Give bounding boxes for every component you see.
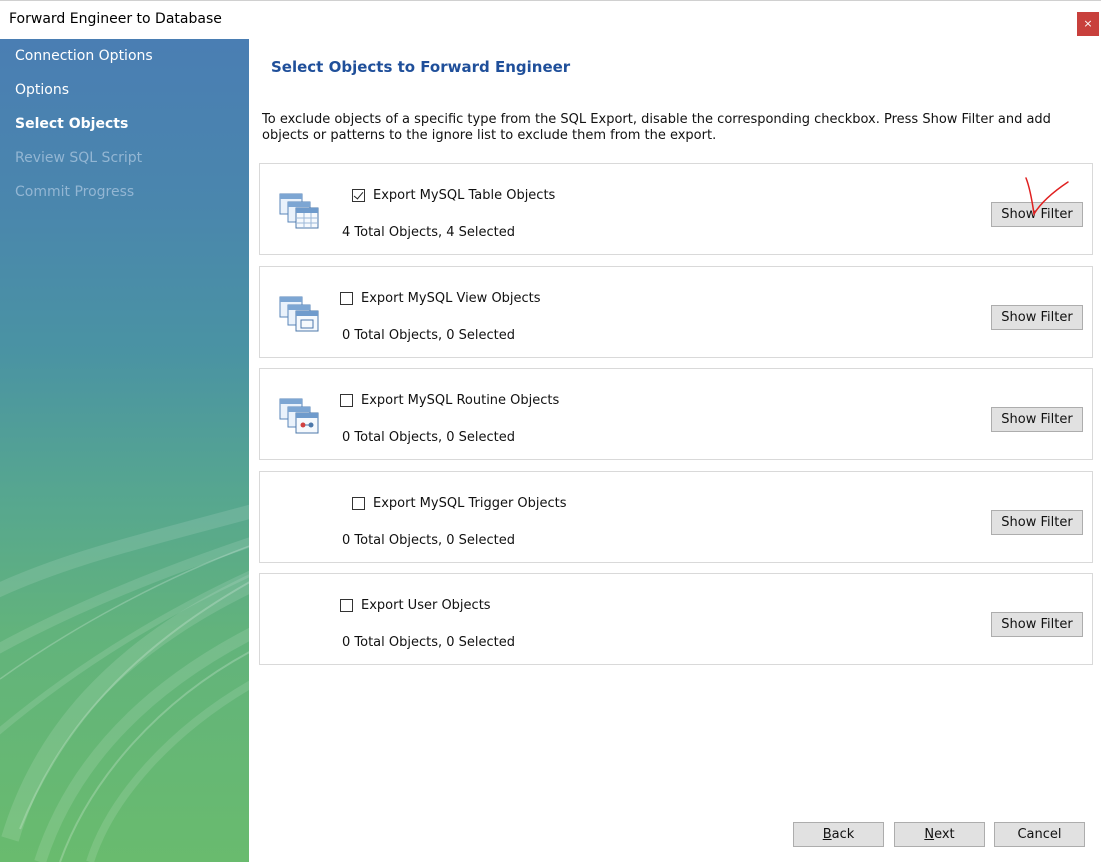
routine-objects-icon	[279, 398, 319, 434]
title-bar: Forward Engineer to Database ×	[0, 0, 1101, 39]
export-tables-checkbox-row[interactable]: Export MySQL Table Objects	[352, 188, 555, 203]
export-views-checkbox-row[interactable]: Export MySQL View Objects	[340, 291, 541, 306]
trigger-objects-count: 0 Total Objects, 0 Selected	[342, 533, 516, 548]
table-objects-icon	[279, 193, 319, 229]
show-filter-routines-button[interactable]: Show Filter	[991, 407, 1083, 432]
trigger-objects-panel: Export MySQL Trigger Objects 0 Total Obj…	[259, 471, 1093, 563]
table-objects-panel: Export MySQL Table Objects 4 Total Objec…	[259, 163, 1093, 255]
export-triggers-label: Export MySQL Trigger Objects	[373, 496, 567, 511]
show-filter-triggers-button[interactable]: Show Filter	[991, 510, 1083, 535]
view-objects-count: 0 Total Objects, 0 Selected	[342, 328, 516, 343]
step-connection-options: Connection Options	[15, 48, 153, 64]
export-triggers-checkbox[interactable]	[352, 497, 365, 510]
next-mnemonic: N	[924, 827, 935, 842]
close-button[interactable]: ×	[1077, 12, 1099, 36]
routine-objects-count: 0 Total Objects, 0 Selected	[342, 430, 516, 445]
step-review-sql-script: Review SQL Script	[15, 150, 143, 166]
export-views-checkbox[interactable]	[340, 292, 353, 305]
view-objects-panel: Export MySQL View Objects 0 Total Object…	[259, 266, 1093, 358]
export-tables-label: Export MySQL Table Objects	[373, 188, 556, 203]
back-button[interactable]: Back	[793, 822, 884, 847]
page-description: To exclude objects of a specific type fr…	[262, 112, 1051, 143]
wizard-sidebar: Connection Options Options Select Object…	[0, 39, 249, 862]
user-objects-panel: Export User Objects 0 Total Objects, 0 S…	[259, 573, 1093, 665]
export-users-checkbox-row[interactable]: Export User Objects	[340, 598, 491, 613]
export-routines-checkbox-row[interactable]: Export MySQL Routine Objects	[340, 393, 559, 408]
cancel-button[interactable]: Cancel	[994, 822, 1085, 847]
user-objects-count: 0 Total Objects, 0 Selected	[342, 635, 516, 650]
show-filter-users-button[interactable]: Show Filter	[991, 612, 1083, 637]
export-views-label: Export MySQL View Objects	[361, 291, 541, 306]
table-objects-count: 4 Total Objects, 4 Selected	[342, 225, 516, 240]
export-tables-checkbox[interactable]	[352, 189, 365, 202]
back-label-rest: ack	[831, 827, 855, 842]
next-button[interactable]: Next	[894, 822, 985, 847]
red-checkmark-annotation	[1025, 177, 1069, 217]
next-label-rest: ext	[934, 827, 955, 842]
step-select-objects: Select Objects	[15, 116, 129, 132]
window-title: Forward Engineer to Database	[9, 11, 222, 27]
export-users-checkbox[interactable]	[340, 599, 353, 612]
step-commit-progress: Commit Progress	[15, 184, 135, 200]
back-mnemonic: B	[822, 827, 832, 842]
show-filter-views-button[interactable]: Show Filter	[991, 305, 1083, 330]
view-objects-icon	[279, 296, 319, 332]
step-options: Options	[15, 82, 70, 98]
routine-objects-panel: Export MySQL Routine Objects 0 Total Obj…	[259, 368, 1093, 460]
export-triggers-checkbox-row[interactable]: Export MySQL Trigger Objects	[352, 496, 567, 511]
export-routines-checkbox[interactable]	[340, 394, 353, 407]
export-users-label: Export User Objects	[361, 598, 491, 613]
export-routines-label: Export MySQL Routine Objects	[361, 393, 560, 408]
page-title: Select Objects to Forward Engineer	[271, 58, 571, 76]
